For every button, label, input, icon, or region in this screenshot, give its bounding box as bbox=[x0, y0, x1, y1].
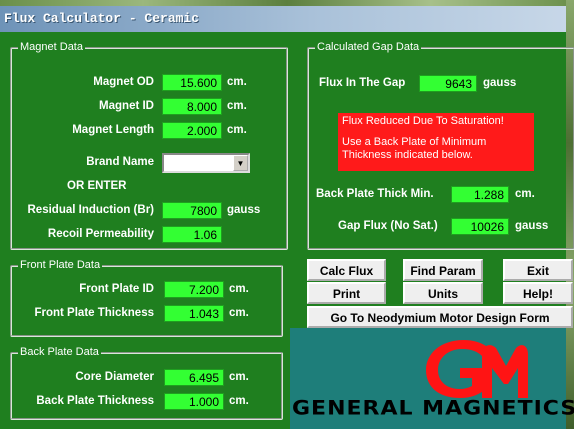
saturation-warning: Flux Reduced Due To Saturation! Use a Ba… bbox=[338, 113, 534, 171]
residual-induction-field[interactable]: 7800 bbox=[162, 202, 222, 219]
magnet-id-field[interactable]: 8.000 bbox=[162, 98, 222, 115]
back-plate-thickness-unit: cm. bbox=[229, 395, 249, 407]
units-button[interactable]: Units bbox=[403, 282, 483, 304]
gap-flux-no-sat-label: Gap Flux (No Sat.) bbox=[338, 220, 438, 232]
general-magnetics-logo: GENERAL MAGNETICS bbox=[290, 328, 574, 429]
flux-in-gap-label: Flux In The Gap bbox=[319, 77, 406, 89]
magnet-length-unit: cm. bbox=[227, 124, 247, 136]
front-plate-id-field[interactable]: 7.200 bbox=[164, 281, 224, 298]
front-plate-thickness-unit: cm. bbox=[229, 307, 249, 319]
find-param-button[interactable]: Find Param bbox=[403, 259, 483, 281]
core-diameter-label: Core Diameter bbox=[75, 371, 154, 383]
flux-in-gap-field: 9643 bbox=[419, 75, 477, 92]
core-diameter-field[interactable]: 6.495 bbox=[164, 369, 224, 386]
magnet-data-legend: Magnet Data bbox=[18, 40, 85, 54]
front-plate-legend: Front Plate Data bbox=[18, 258, 103, 272]
gap-data-group: Calculated Gap Data Flux In The Gap 9643… bbox=[307, 40, 574, 250]
residual-induction-label: Residual Induction (Br) bbox=[27, 204, 155, 216]
back-plate-legend: Back Plate Data bbox=[18, 345, 101, 359]
saturation-warning-detail: Use a Back Plate of Minimum Thickness in… bbox=[342, 136, 487, 161]
magnet-length-label: Magnet Length bbox=[72, 124, 154, 136]
back-plate-thickness-label: Back Plate Thickness bbox=[36, 395, 154, 407]
back-plate-min-label: Back Plate Thick Min. bbox=[316, 188, 434, 200]
back-plate-min-field: 1.288 bbox=[451, 186, 509, 203]
brand-name-label: Brand Name bbox=[86, 156, 154, 168]
magnet-data-group: Magnet Data Magnet OD 15.600 cm. Magnet … bbox=[10, 40, 288, 250]
or-enter-label: OR ENTER bbox=[67, 180, 127, 192]
residual-induction-unit: gauss bbox=[227, 204, 261, 216]
magnet-od-field[interactable]: 15.600 bbox=[162, 74, 222, 91]
gap-flux-no-sat-field: 10026 bbox=[451, 218, 509, 235]
magnet-id-label: Magnet ID bbox=[99, 100, 154, 112]
exit-button[interactable]: Exit bbox=[503, 259, 573, 281]
front-plate-id-label: Front Plate ID bbox=[79, 283, 154, 295]
help-button[interactable]: Help! bbox=[503, 282, 573, 304]
neodymium-form-button[interactable]: Go To Neodymium Motor Design Form bbox=[307, 306, 573, 328]
window-title-bar[interactable]: Flux Calculator - Ceramic bbox=[0, 6, 566, 32]
back-plate-group: Back Plate Data Core Diameter 6.495 cm. … bbox=[10, 345, 283, 420]
magnet-od-unit: cm. bbox=[227, 76, 247, 88]
magnet-od-label: Magnet OD bbox=[93, 76, 154, 88]
flux-in-gap-unit: gauss bbox=[483, 77, 517, 89]
calc-flux-button[interactable]: Calc Flux bbox=[307, 259, 386, 281]
front-plate-id-unit: cm. bbox=[229, 283, 249, 295]
brand-name-select[interactable]: ▼ bbox=[162, 153, 250, 173]
flux-calculator-form: Magnet Data Magnet OD 15.600 cm. Magnet … bbox=[0, 32, 574, 429]
front-plate-thickness-field[interactable]: 1.043 bbox=[164, 305, 224, 322]
front-plate-group: Front Plate Data Front Plate ID 7.200 cm… bbox=[10, 258, 283, 337]
general-magnetics-wordmark: GENERAL MAGNETICS bbox=[292, 397, 574, 420]
saturation-warning-title: Flux Reduced Due To Saturation! bbox=[342, 115, 504, 127]
recoil-permeability-field[interactable]: 1.06 bbox=[162, 226, 222, 243]
window-title: Flux Calculator - Ceramic bbox=[4, 11, 200, 26]
magnet-id-unit: cm. bbox=[227, 100, 247, 112]
gap-flux-no-sat-unit: gauss bbox=[515, 220, 549, 232]
magnet-length-field[interactable]: 2.000 bbox=[162, 122, 222, 139]
back-plate-thickness-field[interactable]: 1.000 bbox=[164, 393, 224, 410]
gm-logo-mark bbox=[426, 340, 528, 398]
chevron-down-icon[interactable]: ▼ bbox=[233, 155, 248, 171]
front-plate-thickness-label: Front Plate Thickness bbox=[34, 307, 154, 319]
recoil-permeability-label: Recoil Permeability bbox=[47, 228, 154, 240]
print-button[interactable]: Print bbox=[307, 282, 386, 304]
back-plate-min-unit: cm. bbox=[515, 188, 535, 200]
gap-data-legend: Calculated Gap Data bbox=[315, 40, 422, 54]
core-diameter-unit: cm. bbox=[229, 371, 249, 383]
